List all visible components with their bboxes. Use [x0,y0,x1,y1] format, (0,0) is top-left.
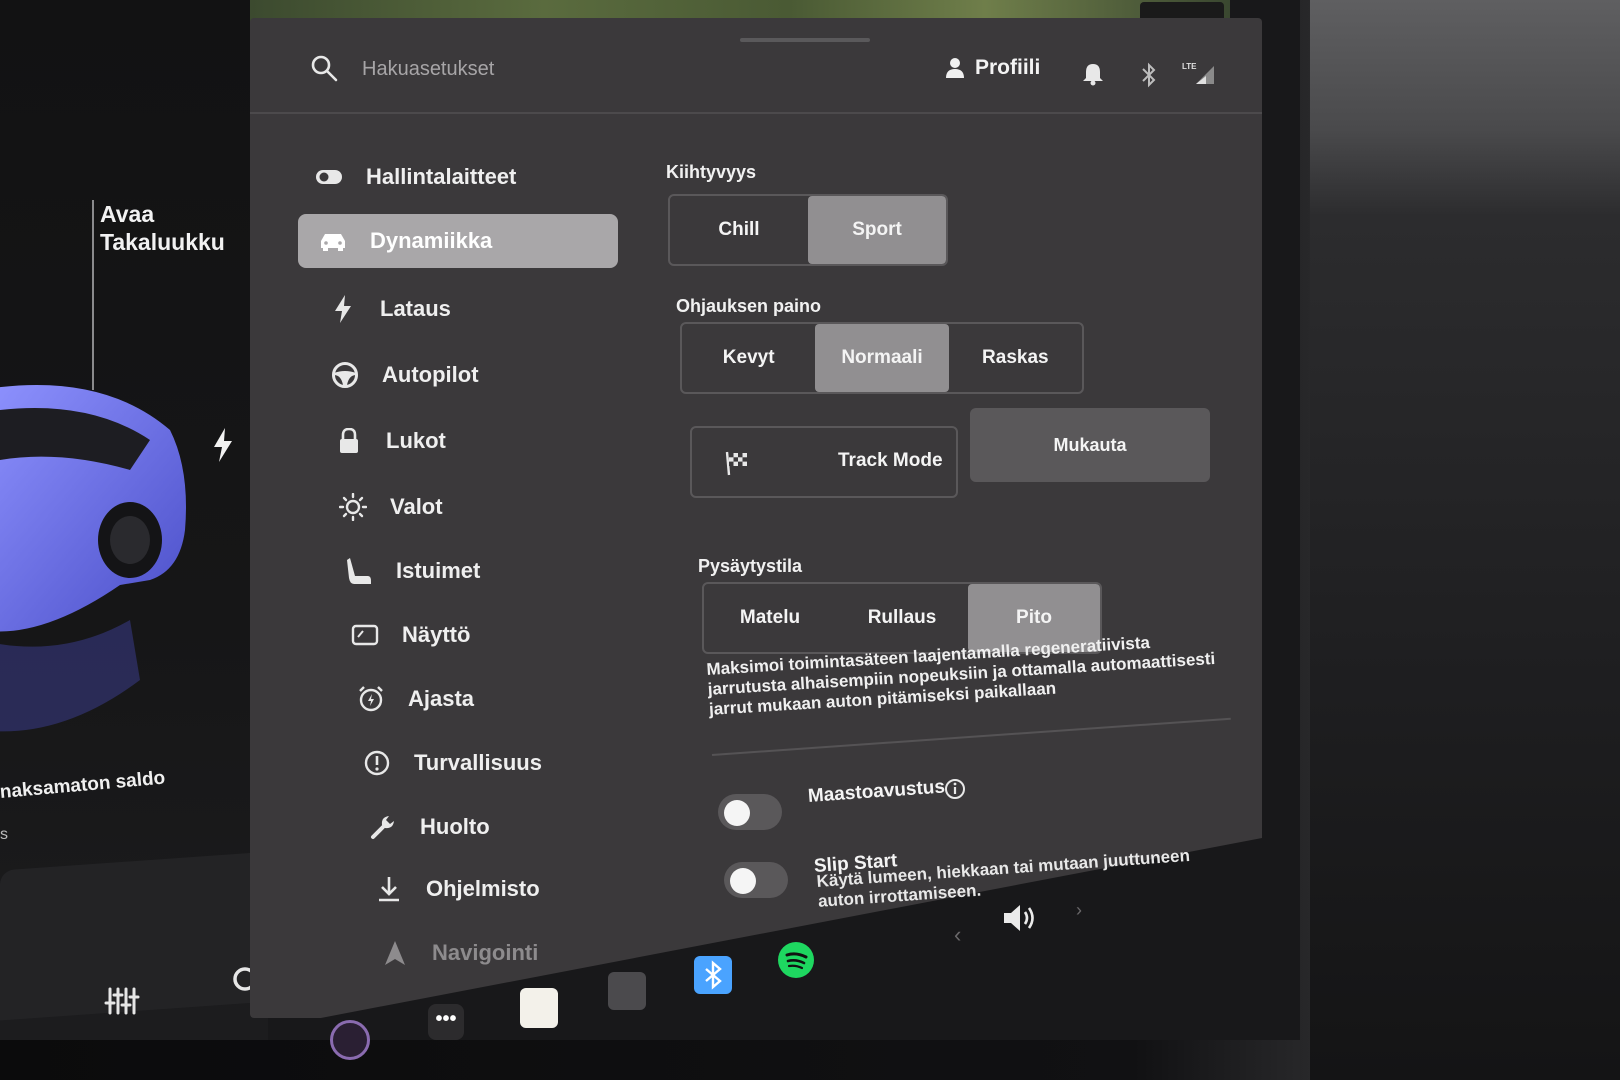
alarm-clock-icon [356,684,386,714]
nav-item-autopilot[interactable]: Autopilot [330,348,479,402]
download-icon [374,874,404,904]
track-mode-button[interactable]: Track Mode [690,426,958,498]
car-image [0,385,186,732]
nav-item-lights[interactable]: Valot [338,480,443,534]
nav-item-display[interactable]: Näyttö [350,608,470,662]
wrench-icon [368,812,398,842]
settings-search-input[interactable] [362,52,762,86]
touchscreen: Avaa Takaluukku naksamaton saldo s Hakua… [0,0,1300,1060]
acceleration-title: Kiihtyvyys [666,162,757,182]
info-icon[interactable] [944,778,966,800]
header-divider [250,112,1262,114]
nav-item-label: Ajasta [408,686,475,711]
bluetooth-icon [705,960,722,990]
spotify-waves-icon [785,952,808,970]
nav-item-locks[interactable]: Lukot [334,414,446,468]
stopping-mode-title: Pysäytystila [698,556,803,576]
nav-item-label: Lukot [386,428,446,453]
bell-icon[interactable] [1082,62,1104,86]
nav-item-label: Istuimet [396,558,481,583]
steering-option-normal[interactable]: Normaali [815,324,949,392]
volume-icon[interactable] [1000,900,1040,936]
profile-label: Profiili [975,56,1041,79]
settings-header: Profiili LTE [250,30,1262,120]
track-mode-label: Track Mode [838,450,943,471]
sun-icon [338,492,368,522]
acceleration-option-sport[interactable]: Sport [808,196,946,264]
balance-sub: s [0,826,8,843]
toggle-knob [724,800,750,826]
open-trunk-button[interactable]: Avaa Takaluukku [100,200,225,256]
acceleration-option-chill[interactable]: Chill [670,196,808,264]
nav-item-seats[interactable]: Istuimet [344,544,480,598]
search-icon[interactable] [310,54,338,82]
customize-button[interactable]: Mukauta [970,408,1210,482]
steering-title: Ohjauksen paino [676,296,822,316]
slip-start-toggle[interactable] [724,862,788,898]
open-trunk-label-line2: Takaluukku [100,229,225,255]
car-visualization-panel: Avaa Takaluukku naksamaton saldo s [0,0,300,1040]
open-trunk-label-line1: Avaa [100,201,155,227]
nav-item-label: Näyttö [402,622,471,647]
taskbar [250,930,1300,1040]
steering-selector: Kevyt Normaali Raskas [680,322,1084,394]
bluetooth-app-icon[interactable] [694,956,732,994]
nav-item-controls[interactable]: Hallintalaitteet [314,150,516,204]
notes-app-icon[interactable] [520,988,558,1028]
nav-item-label: Ohjelmisto [426,876,540,901]
chevron-left-icon[interactable]: ‹ [954,922,961,948]
checkered-flag-icon [725,451,747,476]
equalizer-icon[interactable] [104,985,140,1017]
nav-item-label: Lataus [380,296,451,321]
nav-item-label: Autopilot [382,362,479,387]
profile-button[interactable]: Profiili [945,56,1040,80]
lte-signal-icon: LTE [1182,62,1214,84]
nav-item-label: Hallintalaitteet [366,164,517,189]
display-icon [350,620,380,650]
terrain-assist-toggle[interactable] [718,794,782,830]
alert-circle-icon [362,748,392,778]
seat-icon [344,556,374,586]
nav-item-safety[interactable]: Turvallisuus [362,736,542,790]
stopping-option-roll[interactable]: Rullaus [836,584,968,652]
lightning-icon [328,294,358,324]
toggle-knob [730,868,756,894]
nav-item-dynamics[interactable]: Dynamiikka [298,214,618,268]
trunk-pointer-line [92,200,94,390]
svg-text:LTE: LTE [1182,62,1197,71]
nav-item-label: Huolto [420,814,490,839]
chevron-right-icon[interactable]: › [1076,900,1082,921]
acceleration-selector: Chill Sport [668,194,948,266]
more-apps-button[interactable]: ••• [428,1004,464,1040]
steering-option-light[interactable]: Kevyt [682,324,815,392]
stopping-option-creep[interactable]: Matelu [704,584,836,652]
nav-item-label: Turvallisuus [414,750,542,775]
nav-item-service[interactable]: Huolto [368,800,490,854]
car-interior-background [1310,0,1620,1080]
camera-app-icon[interactable] [330,1020,370,1060]
steering-option-heavy[interactable]: Raskas [949,324,1082,392]
bluetooth-icon[interactable] [1140,62,1158,88]
spotify-app-icon[interactable] [778,942,814,978]
nav-item-label: Valot [390,494,443,519]
nav-item-software[interactable]: Ohjelmisto [374,862,540,916]
balance-label: naksamaton saldo [0,767,167,803]
car-icon [318,226,348,256]
calendar-app-icon[interactable] [608,972,646,1010]
person-icon [946,58,964,78]
nav-item-schedule[interactable]: Ajasta [356,672,474,726]
nav-item-charging[interactable]: Lataus [328,282,451,336]
charge-port-icon[interactable] [212,428,234,462]
lock-icon [334,426,364,456]
nav-item-label: Dynamiikka [370,228,493,253]
steering-wheel-icon [330,360,360,390]
toggle-icon [314,162,344,192]
